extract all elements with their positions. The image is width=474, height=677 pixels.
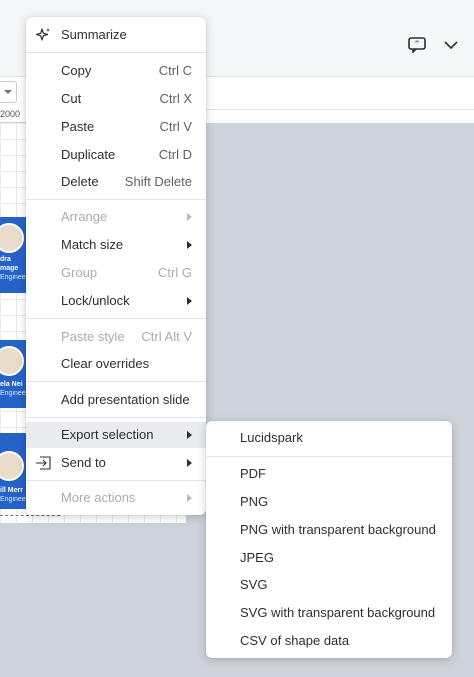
org-chart-card[interactable]: ela Nei Engineer [0,340,28,408]
menu-item-label: Send to [61,455,106,470]
menu-item-duplicate[interactable]: Duplicate Ctrl D [26,142,206,168]
menu-item-label: Group [61,265,98,280]
menu-item-label: Paste style [61,329,125,344]
svg-text:”: ” [415,40,420,50]
menu-item-paste[interactable]: Paste Ctrl V [26,114,206,140]
chevron-right-icon [187,213,192,221]
menu-item-add-presentation-slide[interactable]: Add presentation slide [26,387,206,413]
export-jpeg[interactable]: JPEG [206,545,452,571]
export-csv-shape-data[interactable]: CSV of shape data [206,628,452,654]
submenu-item-label: JPEG [240,550,274,565]
menu-item-shortcut: Ctrl C [158,63,192,78]
avatar [0,346,24,376]
menu-item-label: Arrange [61,209,108,224]
chevron-right-icon [187,459,192,467]
menu-divider [26,480,206,481]
submenu-item-label: Lucidspark [240,430,303,445]
export-svg[interactable]: SVG [206,572,452,598]
menu-item-cut[interactable]: Cut Ctrl X [26,86,206,112]
chevron-right-icon [187,297,192,305]
menu-item-lock-unlock[interactable]: Lock/unlock [26,288,206,314]
chevron-down-icon[interactable] [443,38,459,52]
card-name: ela Nei [0,381,23,388]
menu-item-shortcut: Ctrl D [158,147,192,162]
menu-item-shortcut: Ctrl Alt V [141,329,192,344]
menu-item-shortcut: Ctrl V [159,119,193,134]
menu-item-label: Match size [61,237,124,252]
org-chart-card[interactable]: dra mage Engineer [0,217,28,293]
menu-divider [26,318,206,319]
menu-item-paste-style[interactable]: Paste style Ctrl Alt V [26,324,206,350]
menu-item-label: Clear overrides [61,356,150,371]
menu-item-label: Lock/unlock [61,293,130,308]
menu-item-label: Copy [61,63,92,78]
avatar [0,451,24,481]
menu-item-group[interactable]: Group Ctrl G [26,260,206,286]
menu-item-export-selection[interactable]: Export selection [26,422,206,448]
menu-item-summarize[interactable]: Summarize [26,22,206,48]
menu-item-clear-overrides[interactable]: Clear overrides [26,351,206,377]
menu-item-arrange[interactable]: Arrange [26,204,206,230]
avatar [0,223,24,253]
menu-item-copy[interactable]: Copy Ctrl C [26,58,206,84]
menu-item-label: Cut [61,91,82,106]
submenu-item-label: PDF [240,466,266,481]
export-png[interactable]: PNG [206,489,452,515]
menu-item-more-actions[interactable]: More actions [26,485,206,511]
export-pdf[interactable]: PDF [206,461,452,487]
export-submenu: Lucidspark PDF PNG PNG with transparent … [206,421,452,658]
card-role: Engineer [0,390,28,397]
comment-icon[interactable]: ” [408,37,426,54]
menu-item-shortcut: Shift Delete [124,174,192,189]
menu-item-delete[interactable]: Delete Shift Delete [26,169,206,195]
chevron-right-icon [187,494,192,502]
menu-item-label: Export selection [61,427,154,442]
selection-outline [0,515,60,516]
menu-item-label: Delete [61,174,99,189]
export-lucidspark[interactable]: Lucidspark [206,425,452,451]
menu-divider [26,199,206,200]
menu-divider [26,52,206,53]
context-menu: Summarize Copy Ctrl C Cut Ctrl X Paste C… [26,17,206,515]
sparkle-icon [35,27,51,43]
card-name-line2: mage [0,265,19,272]
chevron-right-icon [187,431,192,439]
menu-item-label: Summarize [61,27,127,42]
submenu-item-label: PNG with transparent background [240,522,436,537]
export-svg-transparent[interactable]: SVG with transparent background [206,600,452,626]
menu-item-shortcut: Ctrl G [158,265,192,280]
ruler-label: 2000 [0,109,21,119]
menu-item-shortcut: Ctrl X [159,91,193,106]
org-chart-card[interactable]: ill Merr Engineer [0,433,28,509]
submenu-item-label: CSV of shape data [240,633,350,648]
submenu-item-label: SVG [240,577,268,592]
send-to-icon [35,455,51,471]
menu-item-label: Duplicate [61,147,116,162]
menu-item-label: More actions [61,490,136,505]
menu-divider [26,381,206,382]
toolbar-dropdown[interactable] [0,81,17,103]
canvas-background-lower [0,523,186,677]
chevron-right-icon [187,241,192,249]
export-png-transparent[interactable]: PNG with transparent background [206,517,452,543]
menu-item-match-size[interactable]: Match size [26,232,206,258]
card-name: dra [0,256,11,263]
submenu-item-label: PNG [240,494,269,509]
submenu-item-label: SVG with transparent background [240,605,436,620]
card-role: Engineer [0,274,28,281]
menu-item-label: Add presentation slide [61,392,190,407]
menu-item-send-to[interactable]: Send to [26,450,206,476]
menu-divider [26,417,206,418]
card-name: ill Merr [0,487,23,494]
card-role: Engineer [0,496,28,503]
menu-divider [206,456,452,457]
menu-item-label: Paste [61,119,95,134]
